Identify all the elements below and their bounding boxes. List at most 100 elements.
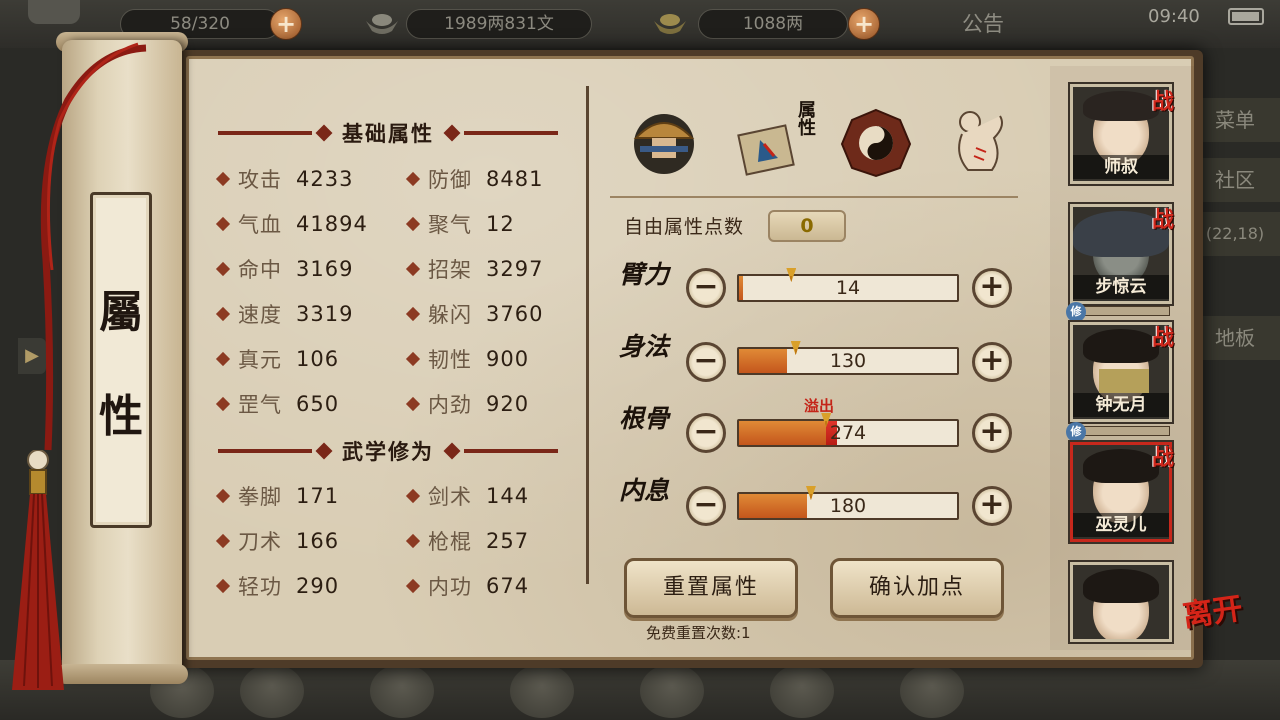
bullet-diamond-icon [215,533,231,549]
breath-plus-button[interactable]: + [972,486,1012,526]
party-member-card[interactable] [1070,562,1172,642]
ornament-diamond-right [443,124,461,142]
basic-attributes-title: 基础属性 [342,122,434,146]
stat-value: 4233 [296,167,354,191]
constitution-value: 274 [829,422,867,444]
party-member-name: 巫灵儿 [1073,513,1169,537]
party-member-name: 步惊云 [1073,275,1169,299]
side-floor-button[interactable]: 地板 [1190,316,1280,360]
stat-value: 650 [296,392,340,416]
bottom-martial-button[interactable] [370,664,434,718]
notice-button[interactable]: 公告 [962,8,1004,38]
free-reset-count: 免费重置次数:1 [646,624,751,642]
tab-equipment[interactable] [626,104,702,180]
portrait-hair [1083,329,1159,363]
strength-value: 14 [835,277,861,299]
confirm-points-button[interactable]: 确认加点 [830,558,1004,618]
bullet-diamond-icon [215,488,231,504]
stat-defense: 防御 8481 [405,164,543,194]
breath-minus-button[interactable]: − [686,486,726,526]
clock: 09:40 [1148,6,1200,27]
battle-badge-icon: 战 [1152,325,1175,351]
tab-bagua[interactable] [838,104,914,180]
bullet-diamond-icon [215,171,231,187]
skill-value: 674 [486,574,530,598]
constitution-minus-button[interactable]: − [686,413,726,453]
bottom-menu-bar [0,660,1280,720]
strength-minus-button[interactable]: − [686,268,726,308]
stat-true-essence: 真元 106 [215,344,339,374]
ornament-diamond-right [443,442,461,460]
side-community-button[interactable]: 社区 [1190,158,1280,202]
column-divider [586,86,589,584]
agility-plus-button[interactable]: + [972,342,1012,382]
stat-name: 攻击 [238,168,282,192]
tassel-icon [12,450,64,690]
stat-value: 41894 [296,212,368,236]
ornament-line-left [218,449,312,453]
skill-value: 166 [296,529,340,553]
skill-name: 剑术 [428,485,472,509]
stat-value: 12 [486,212,515,236]
straw-hat-warrior-icon [633,114,695,174]
bottom-notes-button[interactable] [770,664,834,718]
ornament-line-right [464,131,558,135]
party-member-name: 师叔 [1073,155,1169,179]
skill-sword: 剑术 144 [405,481,529,511]
stat-hit: 命中 3169 [215,254,353,284]
skill-value: 171 [296,484,340,508]
bullet-diamond-icon [405,396,421,412]
add-stamina-button[interactable]: + [270,8,302,40]
silver-value: 1989两831文 [444,14,554,34]
skill-inner: 内功 674 [405,571,530,601]
bullet-diamond-icon [215,261,231,277]
stat-inner-force: 内劲 920 [405,389,530,419]
skill-fist: 拳脚 171 [215,481,340,511]
skill-name: 内功 [428,575,472,599]
tab-underline [610,196,1018,198]
bullet-diamond-icon [215,351,231,367]
constitution-bar: 274 [737,413,959,447]
reset-attributes-button[interactable]: 重置属性 [624,558,798,618]
skill-name: 轻功 [238,575,282,599]
agility-minus-button[interactable]: − [686,342,726,382]
ornament-diamond-left [315,124,333,142]
skill-value: 290 [296,574,340,598]
bottom-skill-button[interactable] [640,664,704,718]
martial-skills-title: 武学修为 [342,440,434,464]
bullet-diamond-icon [215,396,231,412]
leave-button[interactable]: 离开 [1173,591,1259,679]
bottom-bag-button[interactable] [240,664,304,718]
stat-name: 气血 [238,213,282,237]
bottom-formation-button[interactable] [510,664,574,718]
side-menu-button[interactable]: 菜单 [1190,98,1280,142]
stamina-value: 58/320 [170,14,230,34]
player-avatar-corner[interactable] [28,0,80,24]
stat-hp: 气血 41894 [215,209,368,239]
free-points-value: 0 [768,210,846,242]
tab-meridian[interactable] [944,104,1020,180]
tab-attributes[interactable]: 属性 [734,100,816,180]
add-gold-button[interactable]: + [848,8,880,40]
free-points-label: 自由属性点数 [624,216,745,238]
skill-value: 257 [486,529,530,553]
strength-plus-button[interactable]: + [972,268,1012,308]
constitution-plus-button[interactable]: + [972,413,1012,453]
skill-name: 刀术 [238,530,282,554]
bagua-icon [840,108,912,178]
attr-label-breath: 内息 [618,476,669,505]
skill-blade: 刀术 166 [215,526,340,556]
skill-name: 拳脚 [238,485,282,509]
bottom-map-button[interactable] [900,664,964,718]
stat-speed: 速度 3319 [215,299,353,329]
gold-value: 1088两 [742,14,804,34]
bullet-diamond-icon [405,488,421,504]
muscle-figure-icon [958,111,1003,171]
stat-value: 920 [486,392,530,416]
ornament-line-left [218,131,312,135]
strength-bar: 14 [737,268,959,302]
stat-gang-qi: 罡气 650 [215,389,340,419]
cultivation-tag-icon: 修 [1066,302,1086,322]
silver-ingot-icon [362,6,402,42]
stat-name: 真元 [238,348,282,372]
